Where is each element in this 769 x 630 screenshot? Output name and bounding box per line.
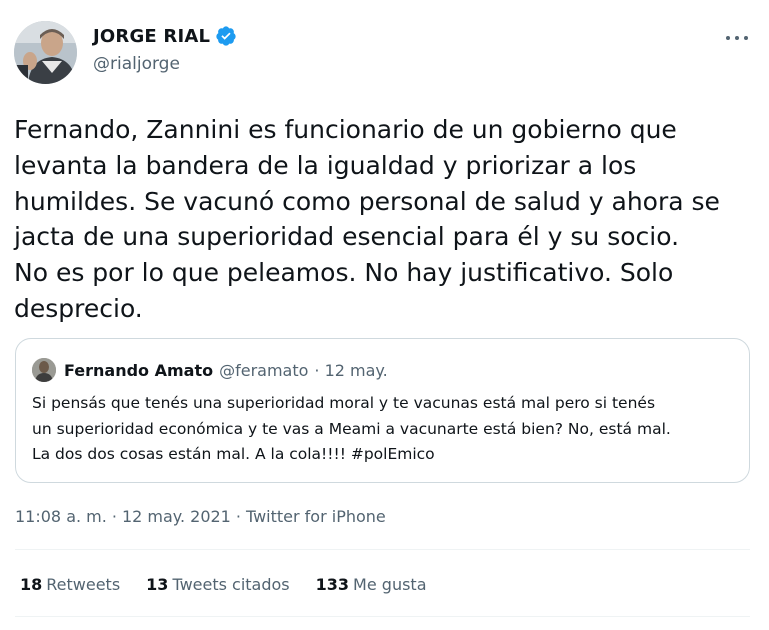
quoted-text-line: un superioridad económica y te vas a Mea…	[32, 419, 671, 438]
quoted-tweet-text: Si pensás que tenés una superioridad mor…	[32, 391, 742, 468]
tweet-text: Fernando, Zannini es funcionario de un g…	[14, 112, 759, 327]
retweets-count: 18	[20, 575, 43, 594]
quoted-author-avatar	[32, 358, 56, 382]
tweet-text-line: No es por lo que peleamos. No hay justif…	[14, 258, 674, 288]
quoted-text-line: Si pensás que tenés una superioridad mor…	[32, 394, 656, 412]
quoted-author-handle: @feramato	[219, 360, 309, 380]
tweet-text-line: Fernando, Zannini es funcionario de un g…	[14, 115, 677, 144]
tweet-metadata: 11:08 a. m. · 12 may. 2021 · Twitter for…	[15, 507, 386, 526]
tweet-text-line: humildes. Se vacunó como personal de sal…	[14, 186, 720, 216]
tweet-text-line: desprecio.	[14, 293, 143, 323]
quoted-text-line: La dos dos cosas están mal. A la cola!!!…	[32, 445, 435, 463]
tweet-date[interactable]: 12 may. 2021	[122, 507, 231, 526]
quoted-tweet-header: Fernando Amato @feramato · 12 may.	[32, 358, 388, 382]
quotes-count: 13	[146, 575, 169, 594]
quotes-label: Tweets citados	[172, 575, 290, 594]
author-name-row[interactable]: JORGE RIAL	[93, 25, 237, 47]
tweet-time[interactable]: 11:08 a. m.	[15, 507, 107, 526]
more-options-icon[interactable]	[722, 28, 752, 48]
quoted-tweet[interactable]: Fernando Amato @feramato · 12 may. Si pe…	[15, 338, 750, 483]
author-display-name[interactable]: JORGE RIAL	[93, 26, 210, 47]
tweet-source[interactable]: Twitter for iPhone	[246, 507, 386, 526]
divider	[15, 549, 750, 550]
retweets-label: Retweets	[46, 575, 121, 594]
author-handle[interactable]: @rialjorge	[93, 54, 180, 74]
tweet-text-line: levanta la bandera de la igualdad y prio…	[14, 150, 637, 180]
retweets-stat[interactable]: 18 Retweets	[20, 575, 120, 594]
tweet-stats: 18 Retweets 13 Tweets citados 133 Me gus…	[20, 575, 453, 594]
quoted-author-name[interactable]: Fernando Amato	[64, 361, 213, 380]
likes-count: 133	[315, 575, 350, 594]
quotes-stat[interactable]: 13 Tweets citados	[146, 575, 289, 594]
divider	[15, 616, 750, 617]
likes-label: Me gusta	[353, 575, 427, 594]
author-avatar[interactable]	[14, 21, 77, 84]
tweet-card: JORGE RIAL @rialjorge Fernando, Zannini …	[0, 0, 769, 630]
likes-stat[interactable]: 133 Me gusta	[316, 575, 427, 594]
meta-separator: ·	[235, 507, 241, 526]
quoted-tweet-date: · 12 may.	[314, 360, 388, 380]
meta-separator: ·	[111, 507, 117, 526]
tweet-text-line: jacta de una superioridad esencial para …	[14, 222, 680, 252]
verified-badge-icon	[215, 25, 237, 47]
